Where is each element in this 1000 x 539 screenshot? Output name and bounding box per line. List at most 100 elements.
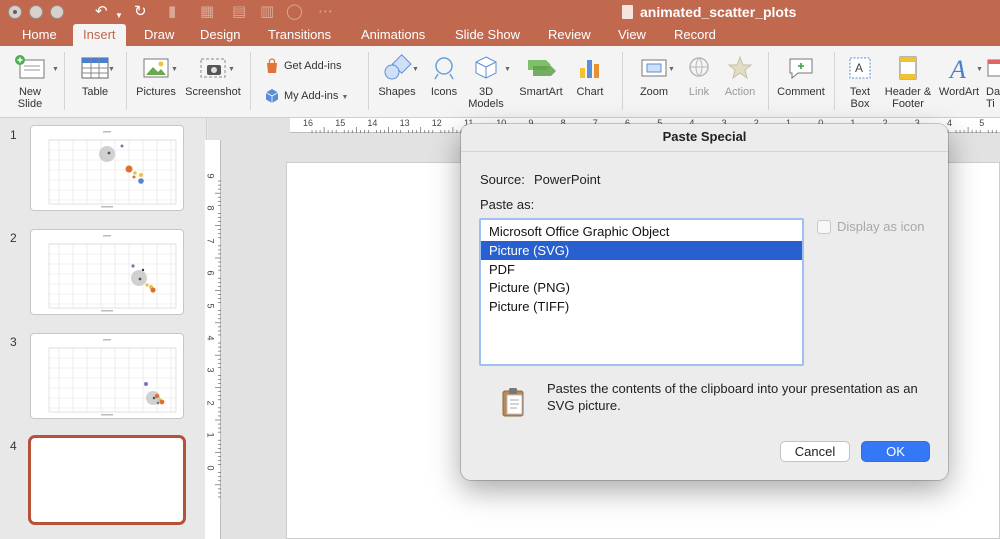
screenshot-dropdown-icon[interactable]: ▼	[228, 66, 235, 73]
tab-view[interactable]: View	[618, 27, 646, 42]
ruler-label: 5	[205, 303, 216, 309]
paste-option-picture-svg[interactable]: Picture (SVG)	[481, 241, 802, 260]
get-add-ins-label: Get Add-ins	[284, 59, 342, 72]
paste-option-pdf[interactable]: PDF	[481, 260, 802, 279]
tab-record[interactable]: Record	[674, 27, 716, 42]
slide-thumbnail-2[interactable]	[30, 229, 184, 315]
ruler-label: 16	[303, 118, 314, 128]
icons-icon	[434, 57, 454, 80]
ruler-label: 7	[205, 238, 216, 244]
screenshot-button[interactable]: Screenshot	[184, 54, 242, 98]
cancel-button[interactable]: Cancel	[780, 441, 850, 462]
tab-insert[interactable]: Insert	[73, 24, 126, 46]
screenshot-icon	[200, 58, 226, 78]
tab-slide-show[interactable]: Slide Show	[455, 27, 520, 42]
header-footer-label-2: Footer	[892, 98, 924, 110]
paste-description: Pastes the contents of the clipboard int…	[547, 381, 918, 413]
link-icon	[689, 57, 709, 77]
shapes-button[interactable]: Shapes	[376, 54, 418, 98]
scatter-thumbnail-1	[48, 131, 177, 208]
align-icon: ▮	[168, 3, 177, 20]
ruler-label: 1	[205, 432, 216, 438]
ruler-label: 0	[205, 465, 216, 471]
link-button[interactable]: Link	[682, 54, 716, 98]
zoom-button[interactable]: Zoom	[632, 54, 676, 98]
paste-option-picture-tiff[interactable]: Picture (TIFF)	[481, 297, 802, 316]
header-footer-button[interactable]: Header & Footer	[882, 54, 934, 110]
action-button[interactable]: Action	[720, 54, 760, 98]
smartart-button[interactable]: SmartArt	[514, 54, 568, 98]
text-box-button[interactable]: A Text Box	[842, 54, 878, 110]
undo-dropdown-icon[interactable]: ▼	[115, 7, 123, 25]
minimize-window-button[interactable]	[29, 5, 43, 19]
paste-option-graphic-object[interactable]: Microsoft Office Graphic Object	[481, 222, 802, 241]
my-add-ins-dropdown-icon[interactable]: ▼	[341, 94, 348, 101]
dialog-title: Paste Special	[662, 129, 747, 144]
table-dropdown-icon[interactable]: ▼	[108, 66, 115, 73]
shapes-dropdown-icon[interactable]: ▼	[412, 66, 419, 73]
new-slide-button[interactable]: New Slide	[8, 54, 52, 110]
tab-transitions[interactable]: Transitions	[268, 27, 331, 42]
slide-thumbnail-3[interactable]	[30, 333, 184, 419]
3d-models-dropdown-icon[interactable]: ▼	[504, 66, 511, 73]
new-slide-label-2: Slide	[17, 98, 43, 110]
customize-toolbar-icon[interactable]: ⋯	[318, 3, 333, 21]
document-icon	[622, 5, 633, 19]
pictures-dropdown-icon[interactable]: ▼	[171, 66, 178, 73]
shapes-icon	[384, 54, 412, 80]
tab-draw[interactable]: Draw	[144, 27, 174, 42]
tab-animations[interactable]: Animations	[361, 27, 425, 42]
redo-icon[interactable]: ↻	[134, 3, 147, 21]
paste-as-list[interactable]: Microsoft Office Graphic Object Picture …	[479, 218, 804, 366]
my-add-ins-label: My Add-ins	[284, 89, 339, 102]
get-add-ins-button[interactable]: Get Add-ins	[264, 58, 364, 74]
comment-button[interactable]: Comment	[774, 54, 828, 98]
chart-button[interactable]: Chart	[572, 54, 608, 98]
wordart-button[interactable]: A WordArt	[936, 54, 982, 98]
action-star-icon	[727, 55, 753, 80]
zoom-window-button[interactable]	[50, 5, 64, 19]
new-slide-dropdown-icon[interactable]: ▼	[52, 66, 59, 73]
source-label: Source:	[480, 172, 525, 187]
distribute-icon: ▦	[200, 3, 215, 20]
pictures-button[interactable]: Pictures	[134, 54, 178, 98]
paste-option-picture-png[interactable]: Picture (PNG)	[481, 278, 802, 297]
pictures-icon	[143, 58, 169, 78]
align-bottom-icon: ▤	[232, 3, 247, 20]
title-bar: ↶ ▼ ↻ ▮ ▦ ▤ ▥ ◯ ⋯ animated_scatter_plots	[0, 0, 1000, 24]
tab-design[interactable]: Design	[200, 27, 240, 42]
my-add-ins-button[interactable]: My Add-ins ▼	[264, 88, 364, 104]
new-slide-icon	[15, 55, 45, 79]
date-time-button[interactable]: Da Ti	[986, 54, 1000, 110]
table-button[interactable]: Table	[74, 54, 116, 98]
svg-text:A: A	[855, 61, 863, 75]
undo-icon[interactable]: ↶	[95, 3, 108, 21]
close-window-button[interactable]	[8, 5, 22, 19]
wordart-dropdown-icon[interactable]: ▼	[976, 66, 983, 73]
table-icon	[81, 57, 109, 79]
slide-thumbnail-1[interactable]	[30, 125, 184, 211]
date-time-icon	[987, 59, 1000, 77]
window-title: animated_scatter_plots	[640, 4, 797, 20]
ruler-label: 6	[205, 270, 216, 276]
ruler-label: 4	[205, 335, 216, 341]
tab-review[interactable]: Review	[548, 27, 591, 42]
slide-thumbnail-4[interactable]	[28, 435, 186, 525]
cube-3d-icon	[475, 56, 497, 79]
zoom-dropdown-icon[interactable]: ▼	[668, 66, 675, 73]
icons-button[interactable]: Icons	[426, 54, 462, 98]
shape-icon: ◯	[286, 3, 303, 20]
wordart-icon: A	[948, 55, 966, 82]
zoom-icon	[641, 59, 667, 77]
text-box-icon: A	[849, 57, 871, 79]
zoom-label: Zoom	[639, 86, 669, 98]
comment-label: Comment	[777, 86, 825, 98]
ruler-label: 15	[335, 118, 346, 128]
clipboard-icon	[502, 388, 524, 417]
smartart-label: SmartArt	[519, 86, 563, 98]
date-time-label-2: Ti	[986, 98, 995, 110]
3d-models-button[interactable]: 3D Models	[466, 54, 506, 110]
display-as-icon-checkbox[interactable]	[817, 220, 831, 234]
tab-home[interactable]: Home	[22, 27, 57, 42]
ok-button[interactable]: OK	[861, 441, 930, 462]
